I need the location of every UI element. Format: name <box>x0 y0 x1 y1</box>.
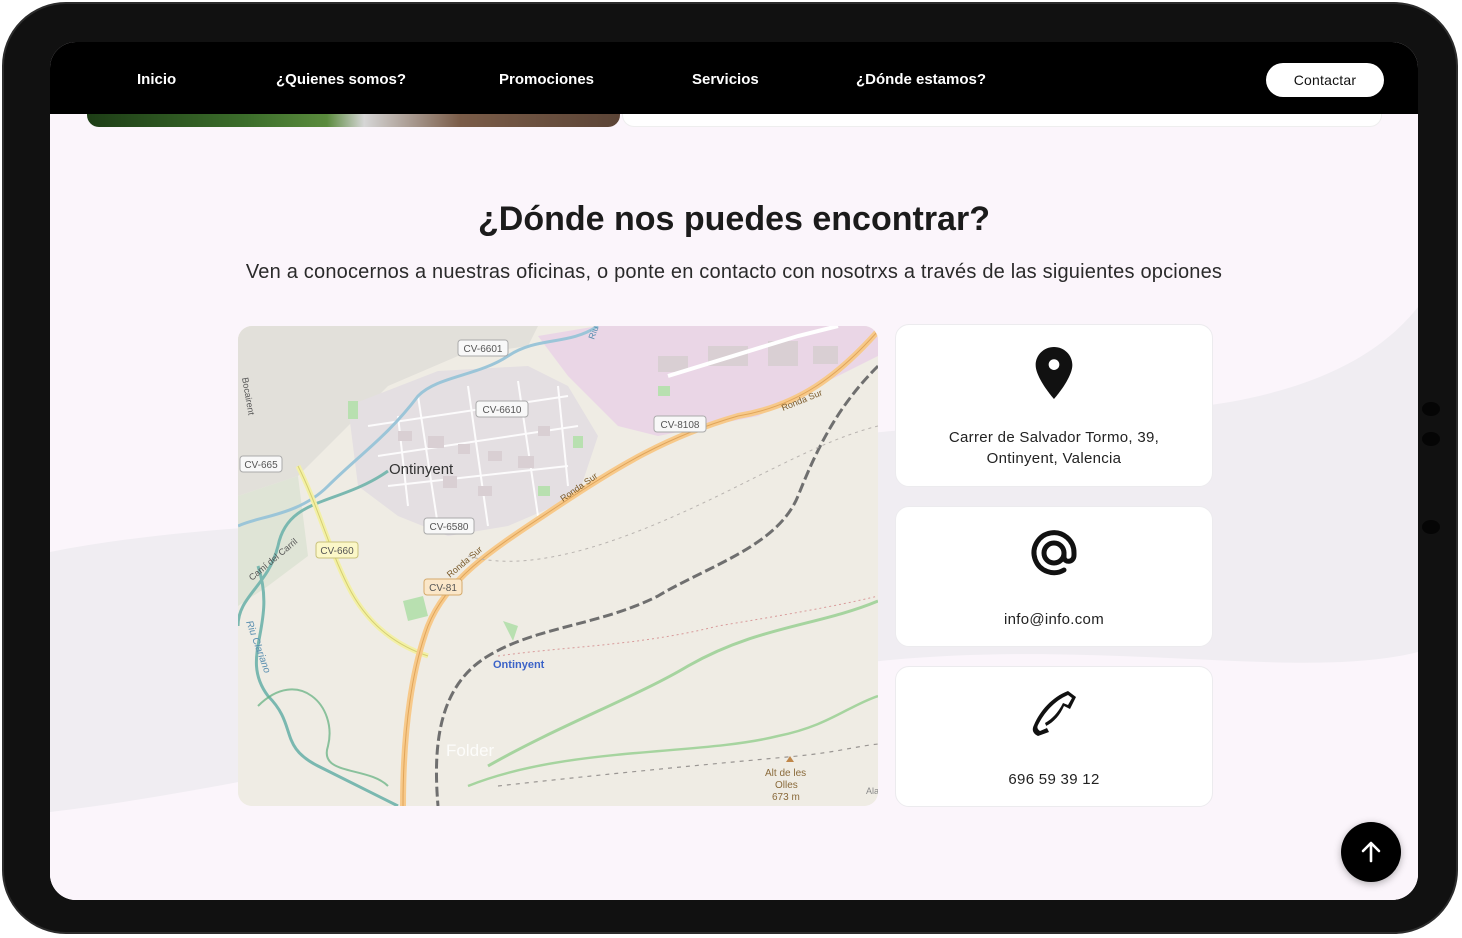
map-label-cv6580: CV-6580 <box>430 522 469 533</box>
map-label-cv81: CV-81 <box>429 583 457 594</box>
map-label-cv6610: CV-6610 <box>483 405 522 416</box>
at-sign-icon <box>896 527 1212 579</box>
map-label-station: Ontinyent <box>493 659 545 671</box>
map-label-alt-2: Olles <box>775 780 798 791</box>
top-navbar: Inicio ¿Quienes somos? Promociones Servi… <box>50 42 1418 114</box>
nav-inicio[interactable]: Inicio <box>137 42 176 114</box>
phone-card: 696 59 39 12 <box>895 666 1213 807</box>
map-label-cv6601: CV-6601 <box>464 344 503 355</box>
location-map[interactable]: CV-6601 CV-6610 CV-8108 CV-665 CV-6580 C… <box>238 326 878 806</box>
map-label-folder: Folder <box>446 741 495 760</box>
arrow-up-icon <box>1361 841 1381 863</box>
section-subtitle: Ven a conocernos a nuestras oficinas, o … <box>245 261 1223 283</box>
email-card: info@info.com <box>895 506 1213 647</box>
map-label-edge-bottom: Ala <box>866 786 878 796</box>
map-label-cv665: CV-665 <box>244 460 278 471</box>
section-title: ¿Dónde nos puedes encontrar? <box>478 200 990 238</box>
nav-quienes-somos[interactable]: ¿Quienes somos? <box>276 42 406 114</box>
tablet-camera-dot <box>1422 402 1440 416</box>
tablet-camera-dot <box>1422 432 1440 446</box>
address-card: Carrer de Salvador Tormo, 39, Ontinyent,… <box>895 324 1213 487</box>
browser-viewport: Inicio ¿Quienes somos? Promociones Servi… <box>50 42 1418 900</box>
contact-button[interactable]: Contactar <box>1266 63 1384 97</box>
tablet-camera-dot <box>1422 520 1440 534</box>
tablet-frame: Inicio ¿Quienes somos? Promociones Servi… <box>2 2 1458 934</box>
nav-donde-estamos[interactable]: ¿Dónde estamos? <box>856 42 986 114</box>
nav-promociones[interactable]: Promociones <box>499 42 594 114</box>
scroll-to-top-button[interactable] <box>1341 822 1401 882</box>
address-text: Carrer de Salvador Tormo, 39, Ontinyent,… <box>948 429 1160 467</box>
phone-icon <box>896 689 1212 737</box>
map-label-cv8108: CV-8108 <box>661 420 700 431</box>
phone-link[interactable]: 696 59 39 12 <box>912 769 1196 790</box>
map-label-alt-1: Alt de les <box>765 768 806 779</box>
map-pin-icon <box>896 347 1212 399</box>
map-label-alt-3: 673 m <box>772 792 800 803</box>
map-label-cv660: CV-660 <box>320 546 354 557</box>
email-link[interactable]: info@info.com <box>912 609 1196 630</box>
nav-servicios[interactable]: Servicios <box>692 42 759 114</box>
map-label-town: Ontinyent <box>389 461 454 478</box>
